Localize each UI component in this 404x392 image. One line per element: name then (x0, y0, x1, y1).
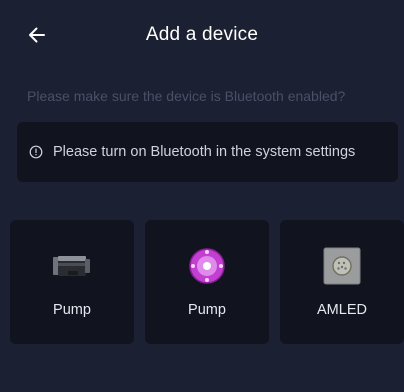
device-label: Pump (188, 302, 226, 318)
banner-text: Please turn on Bluetooth in the system s… (53, 144, 356, 160)
device-card-pump-round[interactable]: Pump (145, 220, 269, 344)
device-card-pump[interactable]: Pump (10, 220, 134, 344)
device-label: AMLED (317, 302, 367, 318)
led-light-image (280, 244, 404, 288)
page-title: Add a device (145, 24, 259, 45)
bluetooth-hint-text: Please make sure the device is Bluetooth… (27, 88, 346, 104)
pump-cylinder-image (10, 244, 134, 288)
pump-round-magenta-image (145, 244, 269, 288)
add-device-screen: Add a device Please make sure the device… (0, 0, 404, 392)
device-label: Pump (53, 302, 91, 318)
bluetooth-warning-banner: Please turn on Bluetooth in the system s… (17, 122, 398, 182)
info-icon (29, 145, 43, 159)
device-card-amled[interactable]: AMLED (280, 220, 404, 344)
header: Add a device (0, 0, 404, 72)
